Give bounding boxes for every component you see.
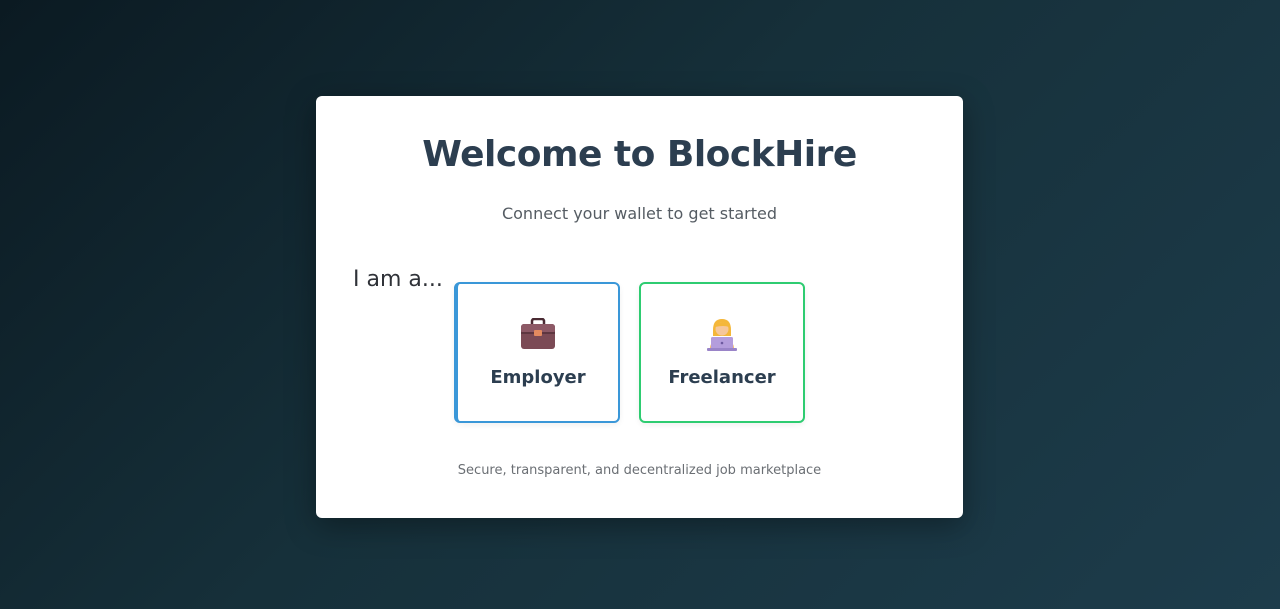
page-title: Welcome to BlockHire — [422, 134, 857, 175]
role-prompt: I am a... — [353, 267, 443, 292]
briefcase-icon — [458, 314, 618, 354]
page-subtitle: Connect your wallet to get started — [501, 204, 778, 223]
employer-label: Employer — [490, 367, 586, 388]
freelancer-label: Freelancer — [668, 367, 776, 388]
employer-button[interactable]: Employer — [454, 282, 620, 423]
freelancer-button[interactable]: Freelancer — [639, 282, 805, 423]
welcome-card: Welcome to BlockHire Connect your wallet… — [316, 96, 963, 518]
person-laptop-icon — [641, 314, 803, 354]
footer-tagline: Secure, transparent, and decentralized j… — [457, 463, 822, 478]
